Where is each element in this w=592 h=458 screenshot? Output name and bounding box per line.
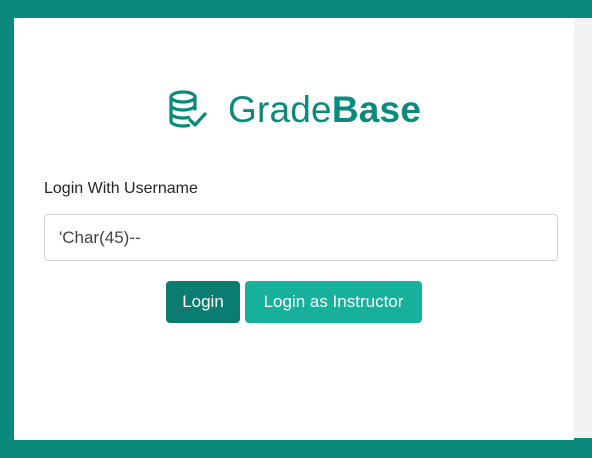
brand-name-light: Grade [228,89,332,130]
username-input[interactable]: 'Char(45)-- [44,214,558,261]
login-button[interactable]: Login [166,281,240,323]
brand-name: GradeBase [228,89,421,131]
username-label: Login With Username [44,180,198,197]
login-as-instructor-button[interactable]: Login as Instructor [245,281,422,323]
login-card: GradeBase Login With Username 'Char(45)-… [14,18,574,440]
brand-name-bold: Base [331,89,422,130]
button-row: Login Login as Instructor [166,281,422,323]
brand-logo: GradeBase [166,86,421,134]
page-gutter [574,18,592,438]
database-check-icon [169,90,207,128]
